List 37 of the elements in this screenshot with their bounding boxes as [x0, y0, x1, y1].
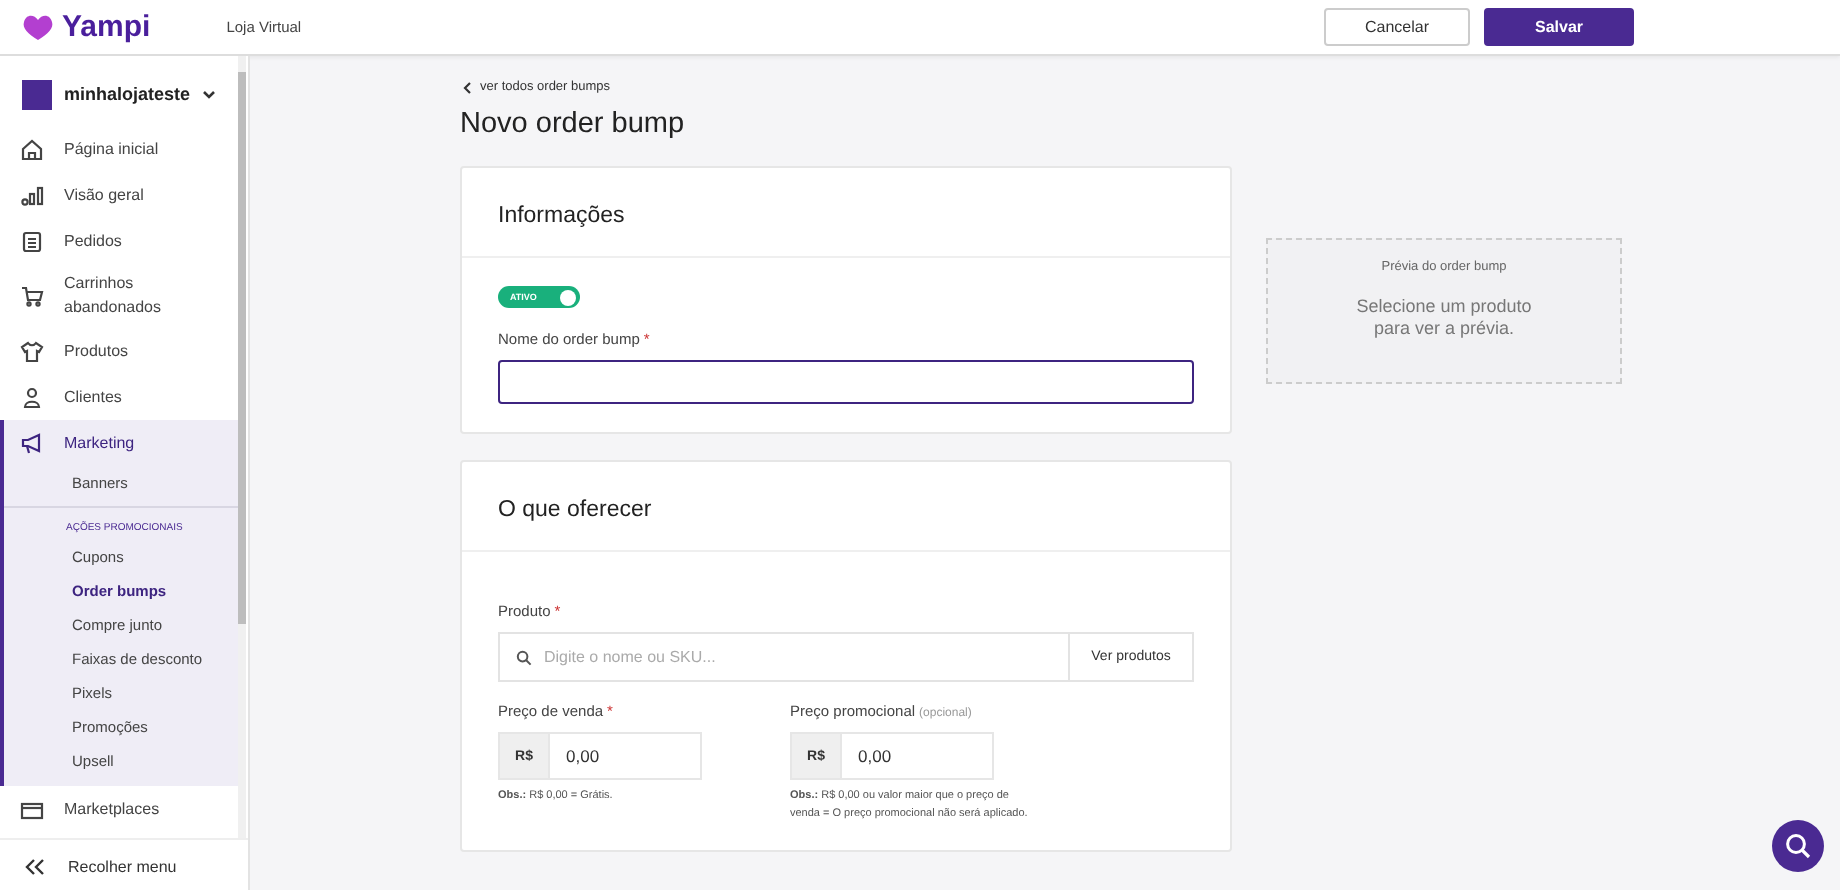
store-icon — [20, 797, 44, 821]
store-logo-icon — [22, 79, 52, 109]
store-selector[interactable]: minhalojateste — [0, 74, 239, 126]
price-input[interactable]: 0,00 — [548, 732, 702, 780]
product-search-field[interactable]: Digite o nome ou SKU... — [498, 632, 1070, 682]
search-icon — [1784, 832, 1812, 860]
cart-icon — [20, 284, 44, 308]
logo-icon — [22, 13, 54, 41]
price-input[interactable]: 0,00 — [840, 732, 994, 780]
double-chevron-icon — [24, 857, 46, 875]
card-title: Informações — [498, 204, 625, 228]
home-icon — [20, 137, 44, 161]
document-icon — [20, 229, 44, 253]
collapse-menu-button[interactable]: Recolher menu — [0, 838, 248, 890]
caret-icon — [202, 89, 217, 99]
menu-item[interactable]: Clientes — [0, 374, 239, 420]
cancel-button[interactable]: Cancelar — [1324, 8, 1470, 46]
card-title: O que oferecer — [498, 498, 652, 522]
preview-message: Selecione um produto para ver a prévia. — [1354, 296, 1534, 340]
bar-chart-icon — [20, 183, 44, 207]
shirt-icon — [20, 339, 44, 363]
help-search-button[interactable] — [1772, 820, 1824, 872]
menu-item[interactable]: Marketplaces — [0, 786, 239, 832]
menu-item[interactable]: Carrinhos abandonados — [0, 264, 239, 328]
megaphone-icon — [20, 431, 44, 455]
logo: Yampi — [62, 10, 151, 44]
menu-item[interactable]: Produtos — [0, 328, 239, 374]
page-title: Novo order bump — [460, 108, 687, 140]
person-icon — [20, 385, 44, 409]
menu-item[interactable]: Pedidos — [0, 218, 239, 264]
menu-item[interactable]: Visão geral — [0, 172, 239, 218]
chevron-left-icon — [462, 81, 472, 93]
save-button[interactable]: Salvar — [1484, 8, 1634, 46]
order-bump-name-input[interactable] — [498, 360, 1194, 404]
scrollbar[interactable] — [238, 56, 246, 838]
menu-item[interactable]: Marketing — [4, 420, 239, 466]
menu-item[interactable]: Página inicial — [0, 126, 239, 172]
